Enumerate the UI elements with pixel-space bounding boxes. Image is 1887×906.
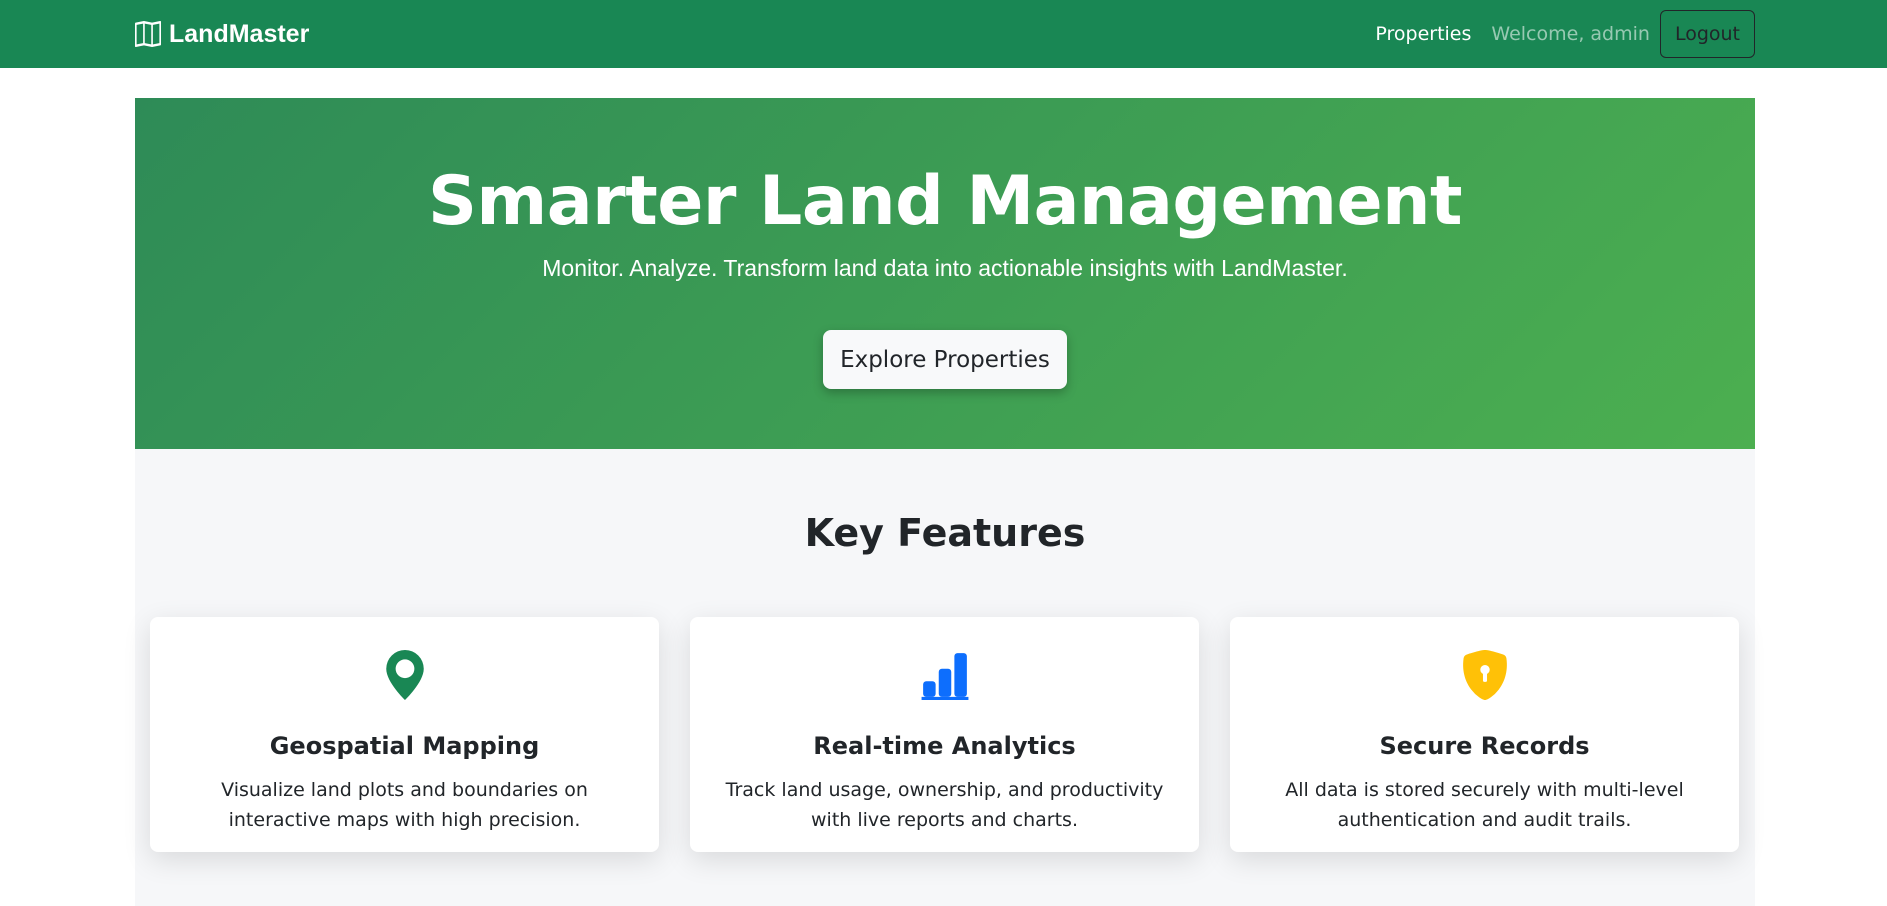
feature-card-title: Real-time Analytics [813, 732, 1076, 760]
brand-name: LandMaster [169, 19, 310, 48]
feature-card-text: Visualize land plots and boundaries on i… [221, 779, 588, 831]
navbar-container: LandMaster Properties Welcome, admin Log… [135, 0, 1755, 68]
logout-button[interactable]: Logout [1659, 10, 1755, 58]
feature-card-analytics: Real-time Analytics Track land usage, ow… [690, 617, 1199, 852]
nav-link-properties[interactable]: Properties [1375, 23, 1471, 45]
shield-lock-icon [1230, 650, 1739, 700]
feature-card-text: Track land usage, ownership, and product… [725, 779, 1164, 831]
feature-card-secure: Secure Records All data is stored secure… [1230, 617, 1739, 852]
feature-card-text: All data is stored securely with multi-l… [1285, 779, 1684, 831]
top-navbar: LandMaster Properties Welcome, admin Log… [0, 0, 1887, 68]
feature-card-title: Geospatial Mapping [269, 732, 540, 760]
map-pin-icon [150, 650, 659, 700]
map-icon [135, 21, 161, 47]
features-section: Key Features Geospatial Mapping Visualiz… [135, 449, 1755, 906]
features-title: Key Features [804, 511, 1086, 555]
navbar-right: Properties Welcome, admin Logout [1375, 10, 1755, 58]
brand-link[interactable]: LandMaster [135, 20, 309, 49]
hero-title: Smarter Land Management [427, 162, 1463, 241]
welcome-text: Welcome, admin [1491, 23, 1650, 45]
hero-section: Smarter Land Management Monitor. Analyze… [135, 98, 1755, 449]
hero-subtitle: Monitor. Analyze. Transform land data in… [542, 255, 1348, 281]
explore-properties-button[interactable]: Explore Properties [823, 330, 1067, 389]
feature-card-geospatial: Geospatial Mapping Visualize land plots … [150, 617, 659, 852]
feature-card-title: Secure Records [1379, 732, 1590, 760]
bar-chart-icon [690, 650, 1199, 700]
